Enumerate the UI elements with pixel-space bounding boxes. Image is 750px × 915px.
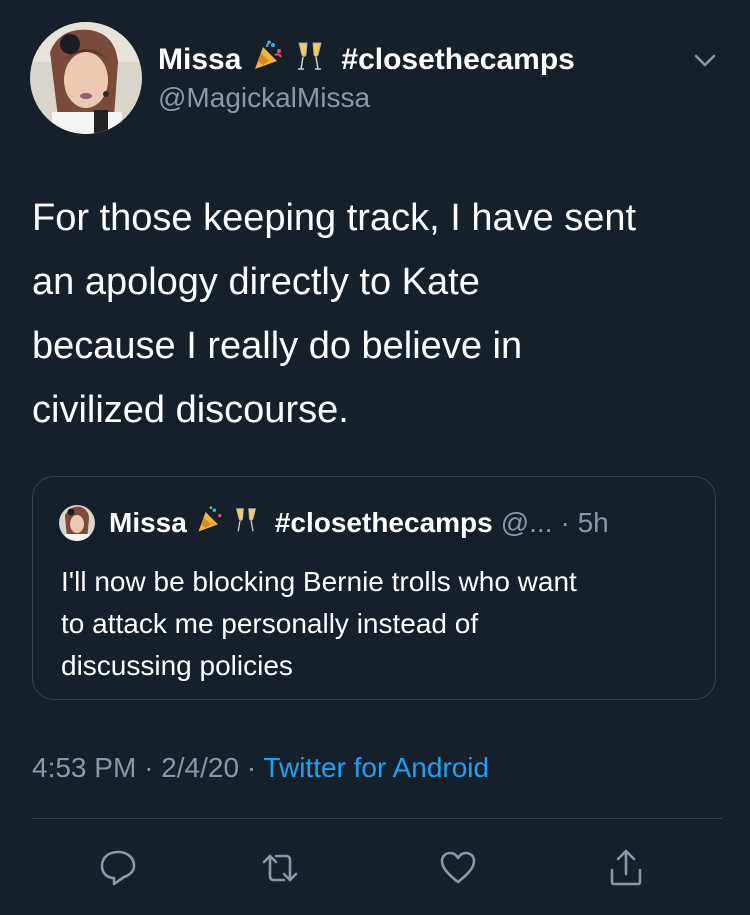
meta-separator: · [246, 752, 257, 783]
quoted-handle: @... [500, 507, 553, 538]
action-bar [0, 840, 750, 900]
retweet-icon[interactable] [258, 846, 302, 890]
quoted-tweet[interactable]: Missa #closethecamps @... · 5h I'll now … [32, 476, 716, 700]
tweet-line: an apology directly to Kate [32, 261, 480, 303]
quoted-line: discussing policies [61, 650, 293, 681]
party-popper-icon [251, 39, 285, 81]
party-popper-icon [195, 505, 225, 542]
clinking-glasses-icon [233, 505, 259, 542]
quoted-line: to attack me personally instead of [61, 608, 479, 639]
display-name[interactable]: Missa [158, 43, 241, 77]
tweet-time: 4:53 PM [32, 752, 137, 783]
author-handle[interactable]: @MagickalMissa [158, 82, 370, 114]
tweet-source-link[interactable]: Twitter for Android [263, 752, 489, 783]
quoted-hashtag: #closethecamps [274, 507, 493, 538]
tweet-line: For those keeping track, I have sent [32, 197, 637, 239]
quoted-time: · 5h [560, 507, 609, 538]
tweet-meta: 4:53 PM · 2/4/20 · Twitter for Android [32, 752, 489, 784]
tweet-date: 2/4/20 [161, 752, 240, 783]
avatar[interactable] [30, 22, 142, 134]
chevron-down-icon[interactable] [690, 50, 720, 72]
divider [32, 818, 722, 819]
tweet-text: For those keeping track, I have sent an … [32, 186, 722, 442]
clinking-glasses-icon [295, 39, 325, 81]
reply-icon[interactable] [96, 846, 140, 890]
quoted-text: I'll now be blocking Bernie trolls who w… [61, 561, 701, 687]
meta-separator: · [144, 752, 154, 783]
quoted-avatar [59, 505, 95, 541]
author-hashtag: #closethecamps [341, 43, 575, 76]
share-icon[interactable] [604, 846, 648, 890]
author-name-row[interactable]: Missa #closethecamps [158, 40, 575, 80]
tweet-line: because I really do believe in [32, 325, 523, 367]
tweet-line: civilized discourse. [32, 389, 349, 431]
quoted-line: I'll now be blocking Bernie trolls who w… [61, 566, 577, 597]
quoted-header: Missa #closethecamps @... · 5h [109, 501, 609, 545]
quoted-display-name: Missa [109, 507, 187, 538]
like-icon[interactable] [436, 846, 480, 890]
